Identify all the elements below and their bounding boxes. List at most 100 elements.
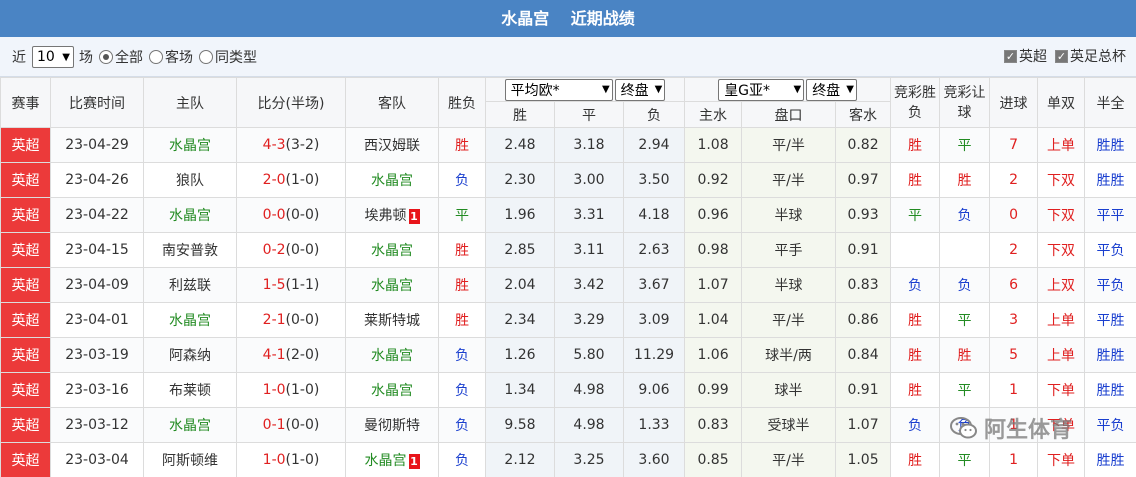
home-team-cell[interactable]: 南安普敦: [143, 232, 237, 268]
filter-suffix: 场: [79, 50, 93, 66]
euro-lose-cell: 3.60: [622, 442, 686, 477]
odd-even-cell-text: 下单: [1047, 418, 1076, 434]
lottery-result-cell-text: 胜: [908, 453, 923, 469]
away-team-cell[interactable]: 埃弗顿 1: [345, 197, 439, 233]
table-row: 英超 23-04-01 水晶宫 2-1(0-0) 莱斯特城 胜 2.34 3.29 3.09 1.…: [0, 302, 1136, 338]
goals-cell: 3: [989, 302, 1039, 338]
home-team-cell[interactable]: 阿斯顿维: [143, 442, 237, 477]
euro-draw-cell: 3.42: [554, 267, 624, 303]
home-team-cell[interactable]: 利兹联: [143, 267, 237, 303]
away-team-cell[interactable]: 水晶宫 1: [345, 442, 439, 477]
half-full-cell-text: 胜胜: [1096, 348, 1125, 364]
euro-mode-select[interactable]: 终盘 ▼: [614, 78, 666, 101]
score-cell[interactable]: 1-0(1-0): [236, 372, 346, 408]
away-water-cell-text: 0.84: [847, 347, 879, 363]
away-team-cell-text: 曼彻斯特: [364, 418, 420, 434]
red-card-badge: 1: [408, 453, 420, 469]
away-team-cell[interactable]: 水晶宫: [345, 267, 439, 303]
away-team-cell[interactable]: 水晶宫: [345, 372, 439, 408]
score-text: 1-5: [262, 277, 286, 293]
match-count-select[interactable]: 10 ▼: [32, 46, 74, 68]
lottery-result-cell: 胜: [890, 162, 941, 198]
date-cell: 23-03-16: [50, 372, 144, 408]
date-cell-text: 23-04-15: [65, 242, 129, 258]
chevron-down-icon: ▼: [793, 84, 802, 95]
home-team-cell[interactable]: 水晶宫: [143, 407, 237, 443]
score-cell[interactable]: 1-0(1-0): [236, 442, 346, 477]
table-row: 英超 23-04-15 南安普敦 0-2(0-0) 水晶宫 胜 2.85 3.11 2.63 0.…: [0, 232, 1136, 268]
table-row: 英超 23-04-09 利兹联 1-5(1-1) 水晶宫 胜 2.04 3.42 3.67 1.0…: [0, 267, 1136, 303]
home-team-cell[interactable]: 水晶宫: [143, 302, 237, 338]
euro-win-cell-text: 2.85: [504, 242, 536, 258]
lottery-handicap-cell: 胜: [939, 162, 991, 198]
league-cell: 英超: [0, 302, 51, 338]
euro-win-cell: 9.58: [485, 407, 555, 443]
euro-lose-cell-text: 3.09: [638, 312, 670, 328]
score-cell[interactable]: 2-1(0-0): [236, 302, 346, 338]
checkbox-epl[interactable]: ✓: [1004, 49, 1017, 63]
asia-company-value: 皇G亚*: [724, 82, 771, 99]
half-full-cell: 胜胜: [1084, 162, 1136, 198]
league-cell: 英超: [0, 197, 51, 233]
home-water-cell-text: 1.08: [697, 137, 729, 153]
radio-same-type[interactable]: [199, 50, 213, 64]
result-cell: 负: [438, 162, 486, 198]
home-water-cell-text: 1.06: [697, 347, 729, 363]
score-cell[interactable]: 0-1(0-0): [236, 407, 346, 443]
score-cell[interactable]: 2-0(1-0): [236, 162, 346, 198]
line-cell: 平/半: [741, 302, 837, 338]
home-team-cell[interactable]: 水晶宫: [143, 127, 237, 163]
header-result: 胜负: [438, 77, 486, 128]
asia-company-select[interactable]: 皇G亚* ▼: [718, 78, 805, 101]
away-team-cell[interactable]: 水晶宫: [345, 162, 439, 198]
away-team-cell[interactable]: 莱斯特城: [345, 302, 439, 338]
score-cell[interactable]: 0-2(0-0): [236, 232, 346, 268]
lottery-handicap-cell-text: 胜: [957, 173, 972, 189]
result-cell-text: 胜: [455, 313, 469, 329]
score-cell[interactable]: 4-1(2-0): [236, 337, 346, 373]
euro-win-cell-text: 2.04: [504, 277, 536, 293]
away-team-cell[interactable]: 曼彻斯特: [345, 407, 439, 443]
line-cell-text: 平/半: [772, 173, 805, 189]
line-cell-text: 平手: [774, 243, 803, 259]
home-team-cell[interactable]: 布莱顿: [143, 372, 237, 408]
euro-lose-cell-text: 3.60: [638, 452, 670, 468]
away-team-cell[interactable]: 水晶宫: [345, 232, 439, 268]
home-team-cell[interactable]: 阿森纳: [143, 337, 237, 373]
home-team-cell[interactable]: 狼队: [143, 162, 237, 198]
home-water-cell-text: 0.98: [697, 242, 729, 258]
euro-win-cell: 2.30: [485, 162, 555, 198]
away-water-cell-text: 0.83: [847, 277, 879, 293]
euro-win-cell: 2.34: [485, 302, 555, 338]
title-label: 近期战绩: [570, 9, 635, 28]
asia-mode-value: 终盘: [812, 82, 841, 99]
euro-draw-cell: 4.98: [554, 372, 624, 408]
radio-away[interactable]: [149, 50, 163, 64]
lottery-handicap-cell: 平: [939, 127, 991, 163]
line-cell-text: 半球: [774, 278, 803, 294]
score-cell[interactable]: 0-0(0-0): [236, 197, 346, 233]
away-team-cell[interactable]: 西汉姆联: [345, 127, 439, 163]
euro-company-select[interactable]: 平均欧* ▼: [504, 78, 613, 101]
score-cell[interactable]: 4-3(3-2): [236, 127, 346, 163]
checkbox-fa-cup[interactable]: ✓: [1055, 49, 1068, 63]
half-full-cell: 平负: [1084, 407, 1136, 443]
radio-all[interactable]: [99, 50, 113, 64]
home-team-cell-text: 布莱顿: [169, 383, 211, 399]
date-cell-text: 23-03-04: [65, 452, 129, 468]
table-row: 英超 23-04-22 水晶宫 0-0(0-0) 埃弗顿 1 平 1.96 3.31 4.18 0.…: [0, 197, 1136, 233]
result-cell: 负: [438, 442, 486, 477]
asia-mode-select[interactable]: 终盘 ▼: [806, 78, 857, 101]
score-text: 4-3: [262, 137, 286, 153]
league-cell: 英超: [0, 127, 51, 163]
odd-even-cell-text: 上单: [1047, 138, 1076, 154]
score-cell[interactable]: 1-5(1-1): [236, 267, 346, 303]
euro-win-cell: 1.34: [485, 372, 555, 408]
home-water-cell: 0.83: [684, 407, 743, 443]
away-team-cell[interactable]: 水晶宫: [345, 337, 439, 373]
league-cell-text: 英超: [11, 173, 40, 189]
away-water-cell-text: 1.07: [847, 417, 879, 433]
home-team-cell[interactable]: 水晶宫: [143, 197, 237, 233]
euro-lose-cell-text: 3.67: [638, 277, 670, 293]
euro-win-cell: 1.26: [485, 337, 555, 373]
